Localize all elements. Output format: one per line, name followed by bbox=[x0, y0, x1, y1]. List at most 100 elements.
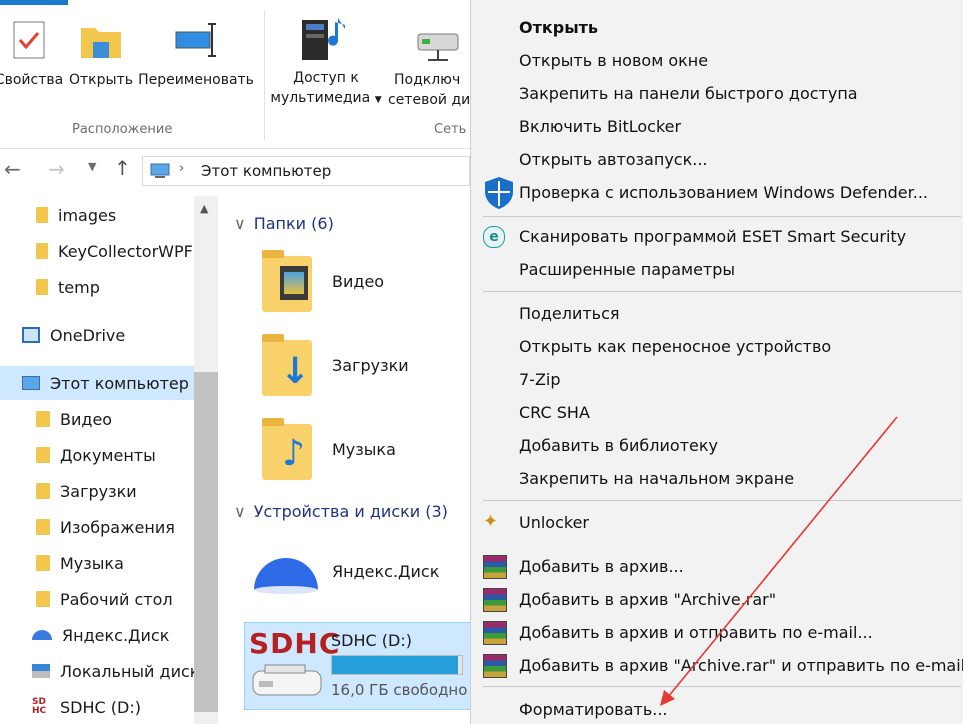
menu-item-add-to-library[interactable]: Добавить в библиотеку bbox=[519, 436, 718, 455]
folder-name: Загрузки bbox=[332, 356, 409, 375]
dropdown-arrow-icon: ▼ bbox=[374, 95, 382, 105]
winrar-icon bbox=[483, 555, 507, 579]
computer-icon bbox=[150, 163, 170, 178]
context-menu: Открыть Открыть в новом окне Закрепить н… bbox=[470, 0, 963, 724]
scroll-up-icon[interactable]: ▲ bbox=[200, 202, 208, 215]
menu-item-pin-start[interactable]: Закрепить на начальном экране bbox=[519, 469, 794, 488]
nav-item-sdhc[interactable]: SD HC SDHC (D:) bbox=[0, 690, 226, 724]
open-button[interactable]: Открыть bbox=[68, 20, 134, 88]
media-access-button[interactable]: Доступ к мультимедиа ▼ bbox=[270, 14, 382, 106]
menu-item-pin-quick-access[interactable]: Закрепить на панели быстрого доступа bbox=[519, 84, 858, 103]
nav-item-yandex-disk[interactable]: Яндекс.Диск bbox=[0, 618, 226, 652]
capacity-bar-fill bbox=[332, 656, 459, 674]
nav-item-this-pc[interactable]: Этот компьютер bbox=[0, 366, 216, 400]
network-drive-icon bbox=[417, 33, 459, 61]
menu-separator bbox=[483, 500, 961, 501]
menu-item-share[interactable]: Поделиться bbox=[519, 304, 620, 323]
group-network-label: Сеть bbox=[434, 122, 467, 137]
menu-item-7zip[interactable]: 7-Zip bbox=[519, 370, 561, 389]
address-bar-row: ← → ▼ ↑ › Этот компьютер bbox=[0, 150, 470, 190]
chevron-down-icon: ∨ bbox=[234, 214, 246, 233]
map-drive-label-2: сетевой ди bbox=[388, 92, 470, 108]
nav-scrollbar[interactable]: ▲ bbox=[194, 196, 218, 724]
device-tile-sdhc[interactable]: SDHC SDHC (D:) 16,0 ГБ свободно bbox=[244, 622, 472, 710]
desktop-folder-icon bbox=[36, 591, 50, 607]
active-tab-indicator bbox=[0, 0, 68, 5]
video-folder-icon bbox=[36, 411, 50, 427]
nav-item-label: Загрузки bbox=[60, 481, 137, 501]
nav-scrollbar-thumb[interactable] bbox=[194, 372, 218, 712]
winrar-icon bbox=[483, 654, 507, 678]
menu-item-archive-rar-and-email[interactable]: Добавить в архив "Archive.rar" и отправи… bbox=[519, 656, 963, 675]
eset-icon: e bbox=[483, 226, 505, 248]
nav-item-label: Локальный диск bbox=[60, 661, 200, 681]
menu-separator bbox=[483, 291, 961, 292]
menu-item-eset-scan[interactable]: Сканировать программой ESET Smart Securi… bbox=[519, 227, 906, 246]
properties-label: Свойства bbox=[0, 72, 64, 88]
nav-item-label: Этот компьютер bbox=[50, 373, 189, 393]
device-tile-yandex-disk[interactable]: Яндекс.Диск bbox=[250, 542, 460, 606]
properties-button[interactable]: Свойства bbox=[0, 20, 64, 88]
device-name: Яндекс.Диск bbox=[332, 562, 440, 581]
content-pane: ∨ Папки (6) Видео ↓ Загрузки ♪ Музыка ∨ Ус… bbox=[218, 196, 472, 724]
computer-icon bbox=[22, 376, 40, 390]
folders-section-title: Папки (6) bbox=[253, 214, 334, 233]
devices-section-header[interactable]: ∨ Устройства и диски (3) bbox=[234, 502, 448, 521]
downloads-folder-icon bbox=[36, 483, 50, 499]
rename-button[interactable]: Переименовать bbox=[138, 20, 254, 88]
recent-locations-chevron-icon[interactable]: ▼ bbox=[88, 160, 96, 173]
nav-item-label: KeyCollectorWPF bbox=[58, 241, 193, 261]
folder-tile-video[interactable]: Видео bbox=[262, 250, 472, 316]
onedrive-icon bbox=[22, 327, 40, 343]
pictures-folder-icon bbox=[36, 519, 50, 535]
menu-item-open-new-window[interactable]: Открыть в новом окне bbox=[519, 51, 708, 70]
menu-item-crc-sha[interactable]: CRC SHA bbox=[519, 403, 590, 422]
winrar-icon bbox=[483, 621, 507, 645]
nav-item-label: OneDrive bbox=[50, 325, 126, 345]
menu-item-add-to-archive-rar[interactable]: Добавить в архив "Archive.rar" bbox=[519, 590, 776, 609]
menu-separator bbox=[483, 216, 961, 217]
forward-arrow-icon[interactable]: → bbox=[48, 157, 65, 181]
ribbon-divider bbox=[264, 10, 265, 140]
open-label: Открыть bbox=[69, 72, 133, 88]
nav-item-onedrive[interactable]: OneDrive bbox=[0, 318, 216, 352]
back-arrow-icon[interactable]: ← bbox=[4, 157, 21, 181]
winrar-icon bbox=[483, 588, 507, 612]
folder-tile-downloads[interactable]: ↓ Загрузки bbox=[262, 334, 472, 400]
video-folder-icon bbox=[262, 250, 312, 312]
address-box[interactable]: › Этот компьютер bbox=[142, 156, 470, 186]
folder-tile-music[interactable]: ♪ Музыка bbox=[262, 418, 472, 484]
menu-item-format[interactable]: Форматировать... bbox=[519, 700, 668, 719]
music-folder-icon bbox=[36, 555, 50, 571]
menu-item-add-to-archive[interactable]: Добавить в архив... bbox=[519, 557, 684, 576]
menu-item-advanced-options[interactable]: Расширенные параметры bbox=[519, 260, 735, 279]
menu-item-enable-bitlocker[interactable]: Включить BitLocker bbox=[519, 117, 681, 136]
folder-icon bbox=[36, 243, 48, 259]
menu-item-windows-defender[interactable]: Проверка с использованием Windows Defend… bbox=[519, 183, 928, 202]
nav-item-label: Яндекс.Диск bbox=[62, 625, 170, 645]
sdhc-icon: SD HC bbox=[32, 697, 47, 716]
menu-item-open[interactable]: Открыть bbox=[519, 18, 598, 37]
menu-item-unlocker[interactable]: Unlocker bbox=[519, 513, 589, 532]
device-name: SDHC (D:) bbox=[331, 631, 412, 650]
up-arrow-icon[interactable]: ↑ bbox=[114, 156, 131, 180]
folder-name: Видео bbox=[332, 272, 385, 291]
open-folder-icon bbox=[81, 28, 121, 58]
rename-icon bbox=[175, 23, 216, 57]
menu-item-autoplay[interactable]: Открыть автозапуск... bbox=[519, 150, 708, 169]
removable-drive-icon bbox=[252, 664, 322, 696]
menu-item-open-as-portable[interactable]: Открыть как переносное устройство bbox=[519, 337, 831, 356]
map-drive-label-1: Подключ bbox=[394, 72, 461, 88]
devices-section-title: Устройства и диски (3) bbox=[253, 502, 448, 521]
capacity-bar bbox=[331, 655, 463, 675]
map-network-drive-button[interactable]: Подключ сетевой ди bbox=[386, 30, 470, 108]
nav-item-label: Документы bbox=[60, 445, 156, 465]
folders-section-header[interactable]: ∨ Папки (6) bbox=[234, 214, 334, 233]
nav-item-local-disk[interactable]: Локальный диск bbox=[0, 654, 226, 688]
navigation-pane: images KeyCollectorWPF temp OneDrive Это… bbox=[0, 196, 218, 724]
ribbon: Свойства Открыть Переименовать Расположе… bbox=[0, 0, 470, 149]
menu-item-archive-and-email[interactable]: Добавить в архив и отправить по e-mail..… bbox=[519, 623, 873, 642]
properties-icon bbox=[13, 21, 45, 59]
nav-item-label: images bbox=[58, 205, 117, 225]
folder-icon bbox=[36, 207, 48, 223]
